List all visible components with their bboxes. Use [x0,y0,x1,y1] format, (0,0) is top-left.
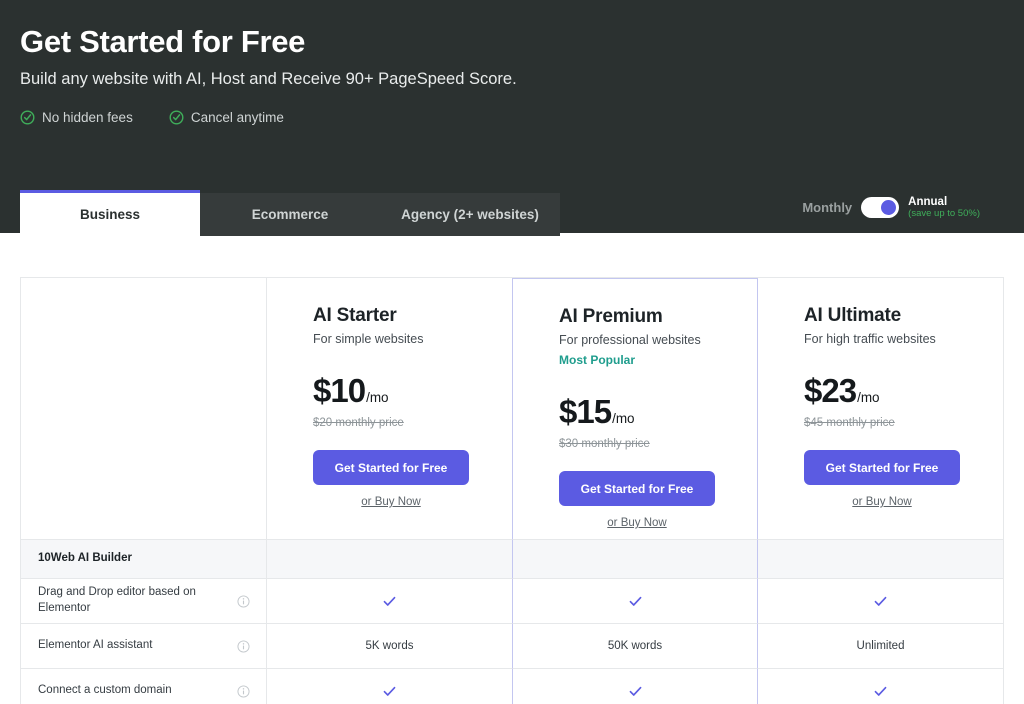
table-row: Connect a custom domain [21,669,1005,704]
check-icon [383,596,396,607]
billing-annual-group[interactable]: Annual (save up to 50%) [908,196,980,220]
badge-cancel-anytime: Cancel anytime [169,110,284,125]
check-circle-icon [20,110,35,125]
check-icon [383,686,396,697]
badge-label: Cancel anytime [191,110,284,125]
feature-value: 5K words [366,640,414,652]
feature-label: Elementor AI assistant [38,638,152,654]
plan-card-ai-premium: AI Premium For professional websites Mos… [512,278,758,540]
toggle-knob [881,200,896,215]
plan-old-price: $45 monthly price [804,417,1003,429]
plan-price-amount: $15 [559,393,611,431]
get-started-button[interactable]: Get Started for Free [313,450,469,485]
info-icon[interactable] [237,685,250,698]
feature-value-cell [512,669,758,704]
plan-name: AI Ultimate [804,305,1003,327]
tab-ecommerce[interactable]: Ecommerce [200,193,380,236]
get-started-button[interactable]: Get Started for Free [559,471,715,506]
billing-annual-label[interactable]: Annual [908,196,980,209]
feature-label-cell: Elementor AI assistant [21,624,267,669]
hero-badges: No hidden fees Cancel anytime [20,110,284,125]
plan-header-empty-cell [21,278,267,540]
plan-header-row: AI Starter For simple websites $10 /mo $… [21,278,1005,540]
plan-price-amount: $23 [804,372,856,410]
billing-period-toggle[interactable]: Monthly Annual (save up to 50%) [802,196,980,220]
most-popular-badge: Most Popular [559,353,757,367]
billing-save-label: (save up to 50%) [908,209,980,220]
feature-section-label: 10Web AI Builder [21,540,266,564]
billing-monthly-label[interactable]: Monthly [802,200,852,215]
billing-toggle-switch[interactable] [861,197,899,218]
feature-value-cell [267,669,513,704]
feature-value-cell: 50K words [512,624,758,669]
hero-section: Get Started for Free Build any website w… [0,0,1024,233]
feature-section-spacer [267,540,513,579]
feature-label: Connect a custom domain [38,683,172,699]
check-icon [874,686,887,697]
check-icon [874,596,887,607]
plan-price-period: /mo [857,390,880,405]
feature-value: Unlimited [857,640,905,652]
feature-section-header-row: 10Web AI Builder [21,540,1005,579]
plan-description: For simple websites [313,332,512,346]
plan-description: For professional websites [559,333,757,347]
plan-card-ai-ultimate: AI Ultimate For high traffic websites $2… [758,278,1004,540]
feature-label-cell: Drag and Drop editor based on Elementor [21,579,267,624]
plan-price-period: /mo [366,390,389,405]
check-icon [629,596,642,607]
feature-label-cell: Connect a custom domain [21,669,267,704]
table-row: Drag and Drop editor based on Elementor [21,579,1005,624]
plan-category-tabs: Business Ecommerce Agency (2+ websites) [20,190,560,236]
plan-price-period: /mo [612,411,635,426]
feature-value-cell: Unlimited [758,624,1004,669]
check-icon [629,686,642,697]
feature-section-label-cell: 10Web AI Builder [21,540,267,579]
buy-now-link[interactable]: or Buy Now [313,496,469,508]
info-icon[interactable] [237,640,250,653]
feature-value-cell [267,579,513,624]
feature-label: Drag and Drop editor based on Elementor [38,585,237,616]
pricing-page: Get Started for Free Build any website w… [0,0,1024,704]
badge-label: No hidden fees [42,110,133,125]
plan-old-price: $30 monthly price [559,438,757,450]
buy-now-link[interactable]: or Buy Now [559,517,715,529]
tab-business[interactable]: Business [20,190,200,236]
page-title: Get Started for Free [20,24,305,60]
feature-section-spacer [512,540,758,579]
get-started-button[interactable]: Get Started for Free [804,450,960,485]
plan-name: AI Premium [559,306,757,328]
page-subtitle: Build any website with AI, Host and Rece… [20,70,517,89]
tab-agency[interactable]: Agency (2+ websites) [380,193,560,236]
plan-price-group: $15 /mo [559,393,757,431]
plan-old-price: $20 monthly price [313,417,512,429]
plan-price-group: $10 /mo [313,372,512,410]
plan-name: AI Starter [313,305,512,327]
feature-value-cell [758,579,1004,624]
feature-section-spacer [758,540,1004,579]
table-row: Elementor AI assistant 5K words 50K word… [21,624,1005,669]
plan-description: For high traffic websites [804,332,1003,346]
feature-value-cell [758,669,1004,704]
pricing-table: AI Starter For simple websites $10 /mo $… [20,277,1004,704]
feature-value-cell: 5K words [267,624,513,669]
feature-value-cell [512,579,758,624]
feature-value: 50K words [608,640,662,652]
plan-card-ai-starter: AI Starter For simple websites $10 /mo $… [267,278,513,540]
buy-now-link[interactable]: or Buy Now [804,496,960,508]
info-icon[interactable] [237,595,250,608]
badge-no-hidden-fees: No hidden fees [20,110,133,125]
plan-price-group: $23 /mo [804,372,1003,410]
plan-price-amount: $10 [313,372,365,410]
check-circle-icon [169,110,184,125]
